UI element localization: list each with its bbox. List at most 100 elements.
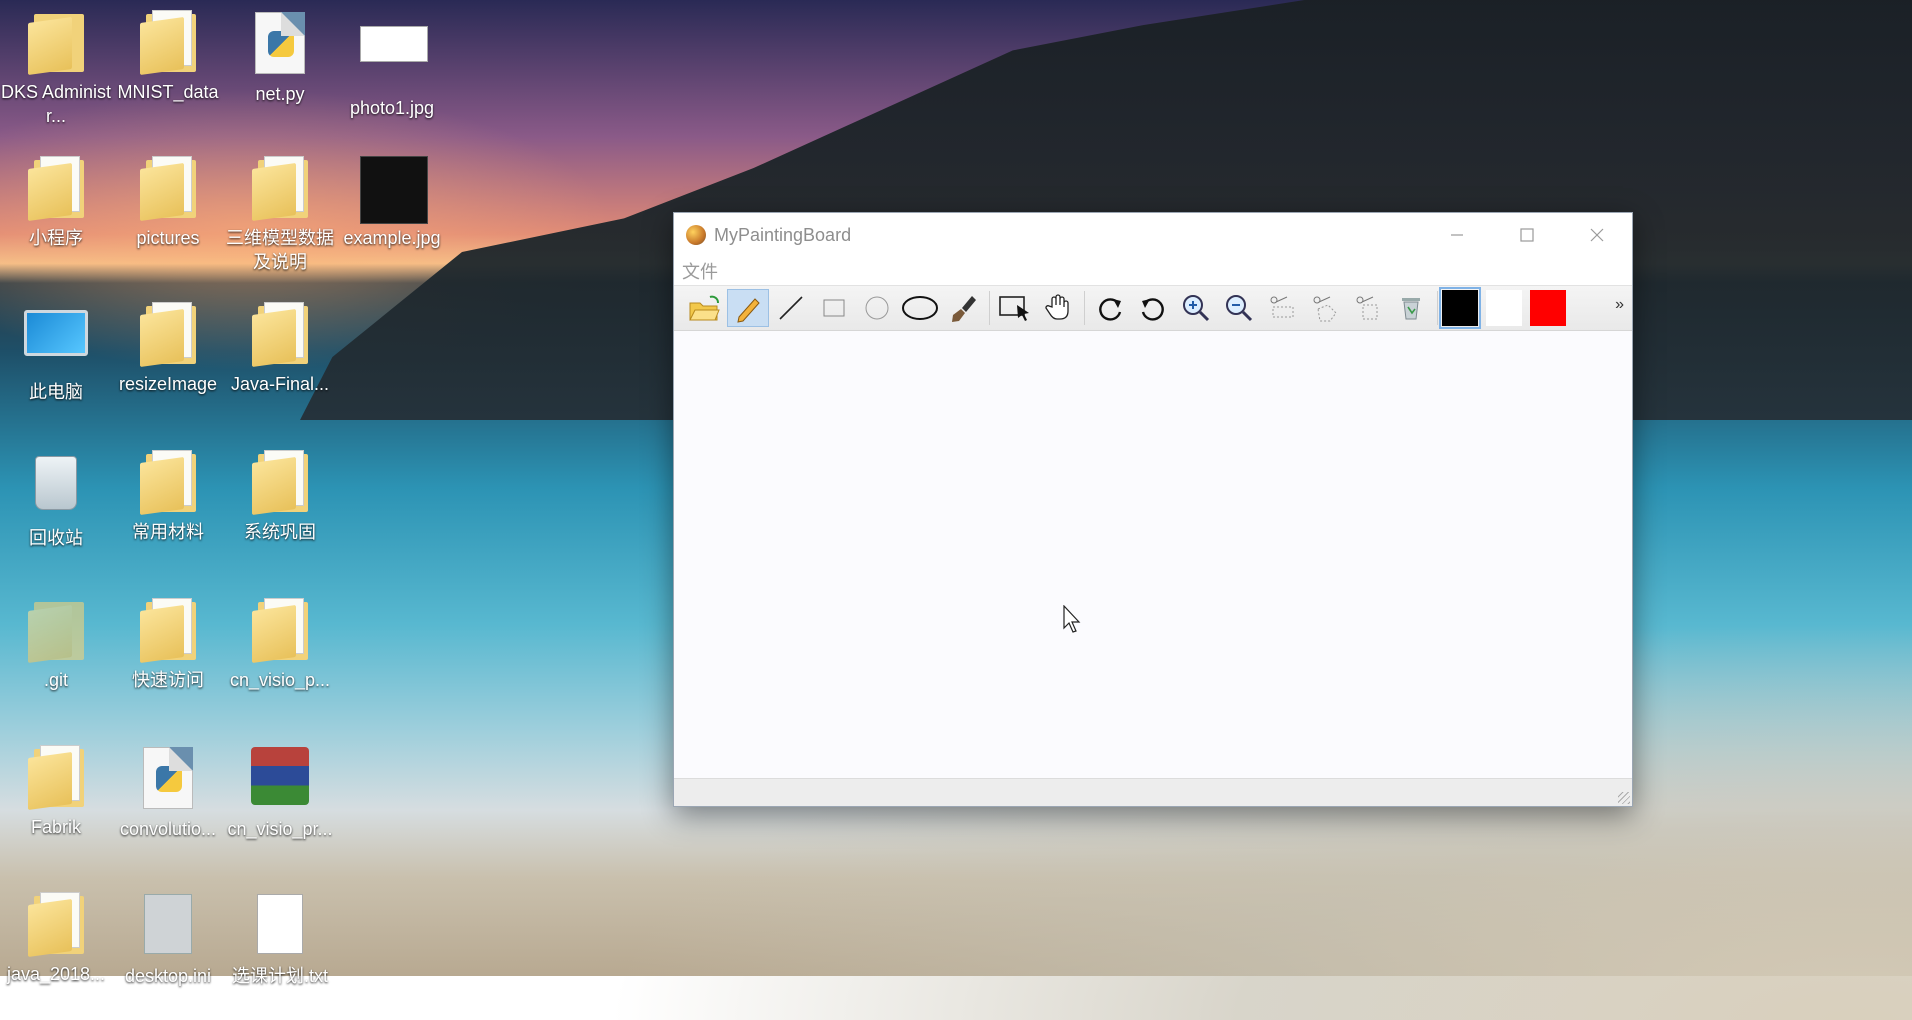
desktop-icon-git[interactable]: .git xyxy=(0,598,112,692)
resize-grip-icon[interactable] xyxy=(1618,792,1630,804)
zoom-in-button[interactable] xyxy=(1175,289,1217,327)
zoom-out-button[interactable] xyxy=(1218,289,1260,327)
color-swatch-black[interactable] xyxy=(1439,287,1481,329)
python-icon xyxy=(156,766,182,792)
minimize-icon xyxy=(1451,234,1463,236)
cut-shape-button[interactable] xyxy=(1304,289,1346,327)
desktop-icon-cn-visio-p[interactable]: cn_visio_p... xyxy=(224,598,336,692)
desktop-icon-resizeimage[interactable]: resizeImage xyxy=(112,302,224,396)
desktop-icon-label: MNIST_data xyxy=(117,82,219,102)
desktop-icon-label: net.py xyxy=(255,84,305,104)
window-title: MyPaintingBoard xyxy=(714,224,852,245)
desktop-icon-label: Fabrik xyxy=(30,817,81,837)
circle-icon xyxy=(865,296,889,320)
desktop-icon-label: 小程序 xyxy=(29,228,83,248)
scissors-icon xyxy=(1270,296,1294,318)
image-thumbnail-icon xyxy=(360,26,428,62)
toolbar-separator xyxy=(1437,291,1438,325)
open-folder-icon xyxy=(689,295,720,321)
desktop-icon-convolution[interactable]: convolutio... xyxy=(112,745,224,841)
desktop-icon-label: photo1.jpg xyxy=(349,98,435,118)
desktop-icon-course-plan[interactable]: 选课计划.txt xyxy=(224,892,336,988)
toolbar-separator xyxy=(989,291,990,325)
redo-icon xyxy=(1099,298,1122,321)
desktop-icon-mini-program[interactable]: 小程序 xyxy=(0,156,112,250)
desktop-icon-net-py[interactable]: net.py xyxy=(224,10,336,106)
desktop-icon-label: 选课计划.txt xyxy=(231,966,328,986)
zoom-in-icon xyxy=(1183,295,1210,322)
desktop-icon-recycle-bin[interactable]: 回收站 xyxy=(0,450,112,550)
hand-tool-button[interactable] xyxy=(1037,289,1079,327)
close-button[interactable] xyxy=(1562,213,1632,257)
desktop-icon-cn-visio-pr[interactable]: cn_visio_pr... xyxy=(224,745,336,841)
desktop-icon-java-final[interactable]: Java-Final... xyxy=(224,302,336,396)
palette-icon xyxy=(686,225,706,245)
ellipse-icon xyxy=(902,296,938,320)
desktop-icon-label: resizeImage xyxy=(118,374,218,394)
desktop-icon-label: 常用材料 xyxy=(132,522,204,542)
desktop-icon-system-review[interactable]: 系统巩固 xyxy=(224,450,336,544)
color-swatch-red[interactable] xyxy=(1530,290,1566,326)
undo-button[interactable] xyxy=(1132,289,1174,327)
window-titlebar[interactable]: MyPaintingBoard xyxy=(674,213,1632,257)
brush-icon xyxy=(952,296,976,322)
zoom-out-icon xyxy=(1226,295,1253,322)
toolbar: » xyxy=(674,285,1632,331)
scissors-region-icon xyxy=(1356,296,1378,320)
brush-tool-button[interactable] xyxy=(942,289,984,327)
desktop-icon-mnist-data[interactable]: MNIST_data xyxy=(112,10,224,104)
redo-button[interactable] xyxy=(1089,289,1131,327)
desktop-icon-quick-access[interactable]: 快速访问 xyxy=(112,598,224,692)
open-button[interactable] xyxy=(684,289,726,327)
close-icon xyxy=(1590,228,1604,242)
ellipse-tool-button[interactable] xyxy=(899,289,941,327)
menu-bar: 文件 xyxy=(674,257,1632,285)
select-icon xyxy=(999,296,1029,321)
desktop-icon-label: 系统巩固 xyxy=(244,522,316,542)
desktop-icon-this-pc[interactable]: 此电脑 xyxy=(0,302,112,404)
maximize-button[interactable] xyxy=(1492,213,1562,257)
line-icon xyxy=(779,296,803,320)
desktop-icon-3d-model-data[interactable]: 三维模型数据及说明 xyxy=(224,156,336,274)
desktop-icon-label: 回收站 xyxy=(29,528,83,548)
mouse-cursor-icon xyxy=(1063,605,1081,633)
rectangle-icon xyxy=(823,299,845,317)
computer-icon xyxy=(24,310,88,356)
toolbar-separator xyxy=(1084,291,1085,325)
winrar-archive-icon xyxy=(251,747,309,805)
cut-region-button[interactable] xyxy=(1347,289,1389,327)
settings-file-icon xyxy=(144,894,192,954)
recycle-bin-icon xyxy=(35,456,77,510)
desktop-icon-dks-administrator[interactable]: DKS Administr... xyxy=(0,10,112,128)
rectangle-tool-button[interactable] xyxy=(813,289,855,327)
trash-icon xyxy=(1402,298,1420,320)
pencil-tool-button[interactable] xyxy=(727,289,769,327)
drawing-canvas[interactable] xyxy=(674,331,1632,779)
undo-icon xyxy=(1141,298,1164,321)
desktop-icon-label: DKS Administr... xyxy=(0,82,112,126)
desktop-icon-common-materials[interactable]: 常用材料 xyxy=(112,450,224,544)
desktop-icon-label: cn_visio_pr... xyxy=(227,819,333,839)
painting-board-window[interactable]: MyPaintingBoard 文件 » xyxy=(673,212,1633,807)
desktop-icon-desktop-ini[interactable]: desktop.ini xyxy=(112,892,224,988)
desktop-icon-example-jpg[interactable]: example.jpg xyxy=(336,156,448,250)
line-tool-button[interactable] xyxy=(770,289,812,327)
menu-file[interactable]: 文件 xyxy=(682,258,718,284)
desktop-icon-label: cn_visio_p... xyxy=(229,670,331,690)
desktop-icon-label: 快速访问 xyxy=(132,670,204,690)
minimize-button[interactable] xyxy=(1422,213,1492,257)
delete-button[interactable] xyxy=(1390,289,1432,327)
color-swatch-white[interactable] xyxy=(1486,290,1522,326)
desktop-icon-label: example.jpg xyxy=(343,228,441,248)
cut-button[interactable] xyxy=(1261,289,1303,327)
python-icon xyxy=(268,31,294,57)
desktop-icon-label: desktop.ini xyxy=(124,966,212,986)
select-tool-button[interactable] xyxy=(994,289,1036,327)
desktop-icon-fabrik[interactable]: Fabrik xyxy=(0,745,112,839)
desktop-icon-java-2018[interactable]: java_2018... xyxy=(0,892,112,986)
desktop-icon-pictures[interactable]: pictures xyxy=(112,156,224,250)
circle-tool-button[interactable] xyxy=(856,289,898,327)
scissors-shape-icon xyxy=(1313,296,1337,322)
desktop-icon-photo1[interactable]: photo1.jpg xyxy=(336,10,448,120)
toolbar-overflow-button[interactable]: » xyxy=(1615,296,1624,314)
